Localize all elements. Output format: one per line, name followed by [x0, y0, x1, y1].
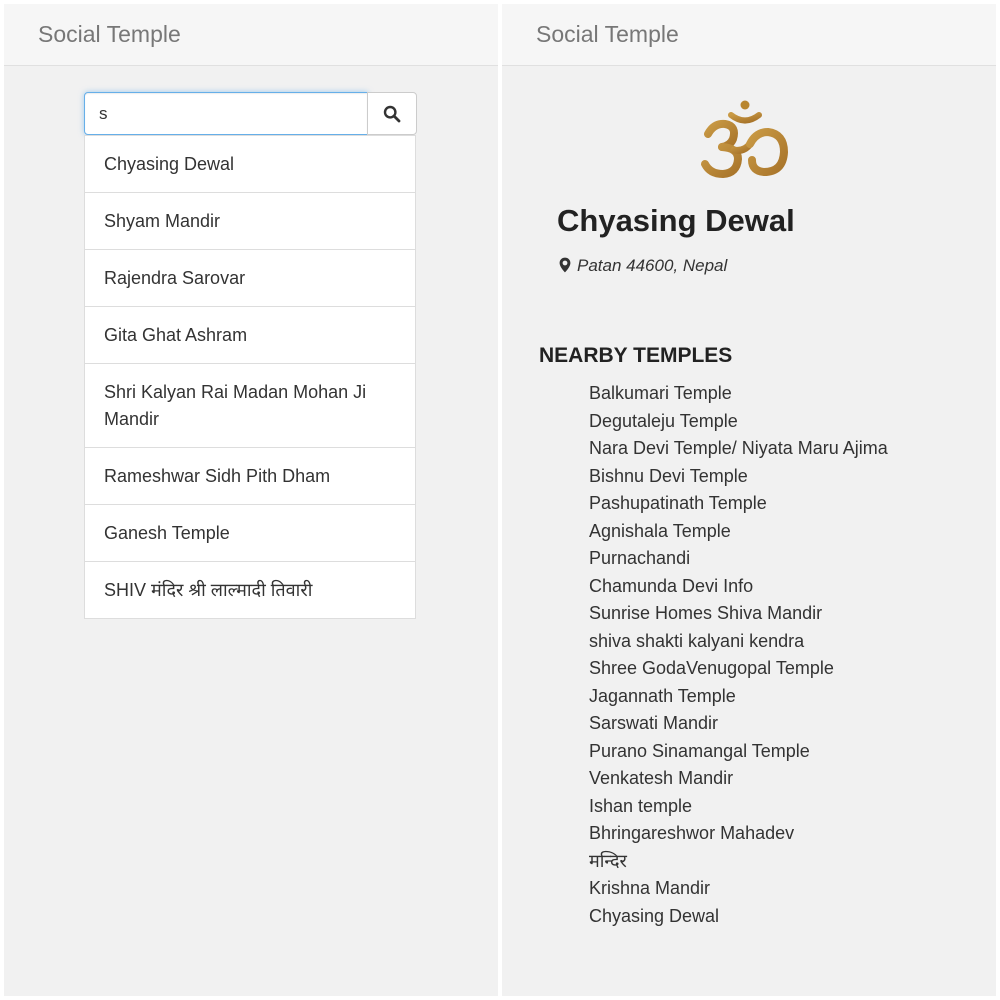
search-input[interactable] — [84, 92, 368, 135]
nearby-temple-item[interactable]: Krishna Mandir — [589, 875, 888, 903]
search-result-item[interactable]: Rajendra Sarovar — [85, 249, 415, 306]
nearby-temple-item[interactable]: Bishnu Devi Temple — [589, 463, 888, 491]
nearby-temple-item[interactable]: Balkumari Temple — [589, 380, 888, 408]
search-screen: Social Temple Chyasing Dewal Shyam Mandi… — [4, 4, 498, 996]
search-result-item[interactable]: Rameshwar Sidh Pith Dham — [85, 447, 415, 504]
nearby-temples-list: Balkumari Temple Degutaleju Temple Nara … — [589, 380, 888, 930]
location-text: Patan 44600, Nepal — [577, 256, 728, 275]
nearby-temple-item[interactable]: Degutaleju Temple — [589, 408, 888, 436]
search-bar — [84, 92, 417, 135]
nearby-temple-item[interactable]: Purnachandi — [589, 545, 888, 573]
navbar-brand[interactable]: Social Temple — [536, 21, 679, 48]
nearby-temple-item[interactable]: Bhringareshwor Mahadev — [589, 820, 888, 848]
search-icon — [383, 105, 401, 122]
search-result-item[interactable]: SHIV मंदिर श्री लाल्मादी तिवारी — [85, 561, 415, 618]
om-symbol-icon — [701, 100, 788, 178]
nearby-temple-item[interactable]: Jagannath Temple — [589, 683, 888, 711]
navbar-brand[interactable]: Social Temple — [38, 21, 181, 48]
nearby-temple-item[interactable]: Chyasing Dewal — [589, 903, 888, 931]
search-result-item[interactable]: Chyasing Dewal — [85, 136, 415, 192]
navbar: Social Temple — [4, 4, 498, 66]
nearby-temple-item[interactable]: Nara Devi Temple/ Niyata Maru Ajima — [589, 435, 888, 463]
nearby-temple-item[interactable]: मन्दिर — [589, 848, 888, 876]
search-result-item[interactable]: Gita Ghat Ashram — [85, 306, 415, 363]
nearby-temple-item[interactable]: Sunrise Homes Shiva Mandir — [589, 600, 888, 628]
nearby-temple-item[interactable]: Sarswati Mandir — [589, 710, 888, 738]
search-result-item[interactable]: Shyam Mandir — [85, 192, 415, 249]
nearby-temple-item[interactable]: shiva shakti kalyani kendra — [589, 628, 888, 656]
nearby-temple-item[interactable]: Ishan temple — [589, 793, 888, 821]
search-results-dropdown: Chyasing Dewal Shyam Mandir Rajendra Sar… — [84, 135, 416, 619]
nearby-temple-item[interactable]: Chamunda Devi Info — [589, 573, 888, 601]
nearby-temple-item[interactable]: Pashupatinath Temple — [589, 490, 888, 518]
navbar: Social Temple — [502, 4, 996, 66]
temple-title: Chyasing Dewal — [557, 203, 795, 238]
search-result-item[interactable]: Ganesh Temple — [85, 504, 415, 561]
temple-location: Patan 44600, Nepal — [559, 256, 727, 276]
nearby-temples-heading: NEARBY TEMPLES — [539, 344, 733, 367]
search-result-item[interactable]: Shri Kalyan Rai Madan Mohan Ji Mandir — [85, 363, 415, 447]
search-button[interactable] — [367, 92, 417, 135]
nearby-temple-item[interactable]: Agnishala Temple — [589, 518, 888, 546]
nearby-temple-item[interactable]: Purano Sinamangal Temple — [589, 738, 888, 766]
nearby-temple-item[interactable]: Venkatesh Mandir — [589, 765, 888, 793]
nearby-temple-item[interactable]: Shree GodaVenugopal Temple — [589, 655, 888, 683]
map-marker-icon — [559, 257, 571, 273]
temple-detail-screen: Social Temple Chyasing Dewal Patan 44600… — [502, 4, 996, 996]
